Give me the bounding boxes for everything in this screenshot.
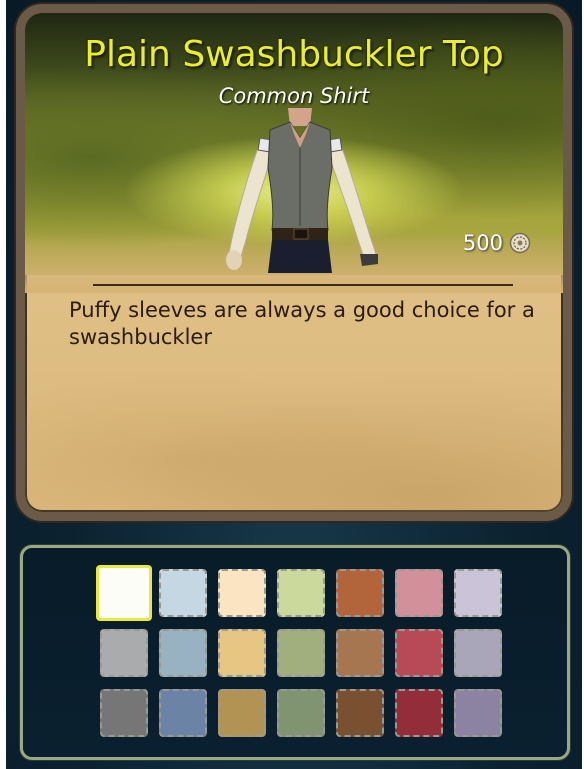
color-swatch-sage[interactable]: [277, 629, 325, 677]
color-swatch-light-blue[interactable]: [159, 569, 207, 617]
color-swatch-brown[interactable]: [336, 629, 384, 677]
color-swatch-lavender[interactable]: [454, 569, 502, 617]
color-swatch-dark-gray[interactable]: [100, 689, 148, 737]
color-swatch-light-gray[interactable]: [100, 629, 148, 677]
color-swatch-dusty-pink[interactable]: [395, 569, 443, 617]
item-description: Puffy sleeves are always a good choice f…: [69, 298, 535, 349]
color-swatch-dark-brown[interactable]: [336, 689, 384, 737]
color-swatch-purple-gray[interactable]: [454, 689, 502, 737]
color-swatch-light-peach[interactable]: [218, 569, 266, 617]
dye-palette: [20, 545, 570, 760]
color-swatch-light-green[interactable]: [277, 569, 325, 617]
color-swatch-olive-green[interactable]: [277, 689, 325, 737]
color-swatch-rust[interactable]: [336, 569, 384, 617]
parchment-texture: [25, 343, 563, 512]
item-price: 500: [463, 231, 531, 255]
swatch-grid: [96, 565, 502, 737]
item-card: Plain Swashbuckler Top Common Shirt 500 …: [16, 4, 572, 521]
item-rarity-type: Common Shirt: [218, 84, 370, 108]
title-divider: [93, 284, 513, 286]
color-swatch-tan[interactable]: [218, 629, 266, 677]
color-swatch-slate-blue[interactable]: [159, 689, 207, 737]
color-swatch-maroon[interactable]: [395, 689, 443, 737]
color-swatch-gray-lilac[interactable]: [454, 629, 502, 677]
color-swatch-ochre[interactable]: [218, 689, 266, 737]
color-swatch-white[interactable]: [96, 565, 152, 621]
item-inspector: Plain Swashbuckler Top Common Shirt 500 …: [6, 0, 582, 769]
item-name: Plain Swashbuckler Top: [84, 34, 504, 75]
color-swatch-crimson[interactable]: [395, 629, 443, 677]
price-value: 500: [462, 231, 503, 255]
shirt-preview-image: [226, 108, 378, 273]
coin-icon: [509, 232, 531, 254]
color-swatch-steel-blue[interactable]: [159, 629, 207, 677]
